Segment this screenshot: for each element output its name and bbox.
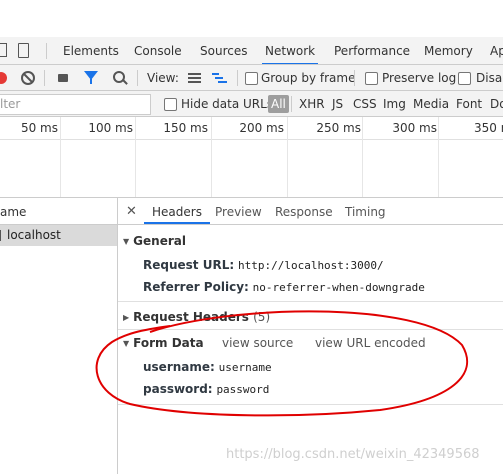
annotation-ellipse [95, 310, 468, 417]
watermark-text: https://blog.csdn.net/weixin_42349568 [226, 447, 480, 462]
